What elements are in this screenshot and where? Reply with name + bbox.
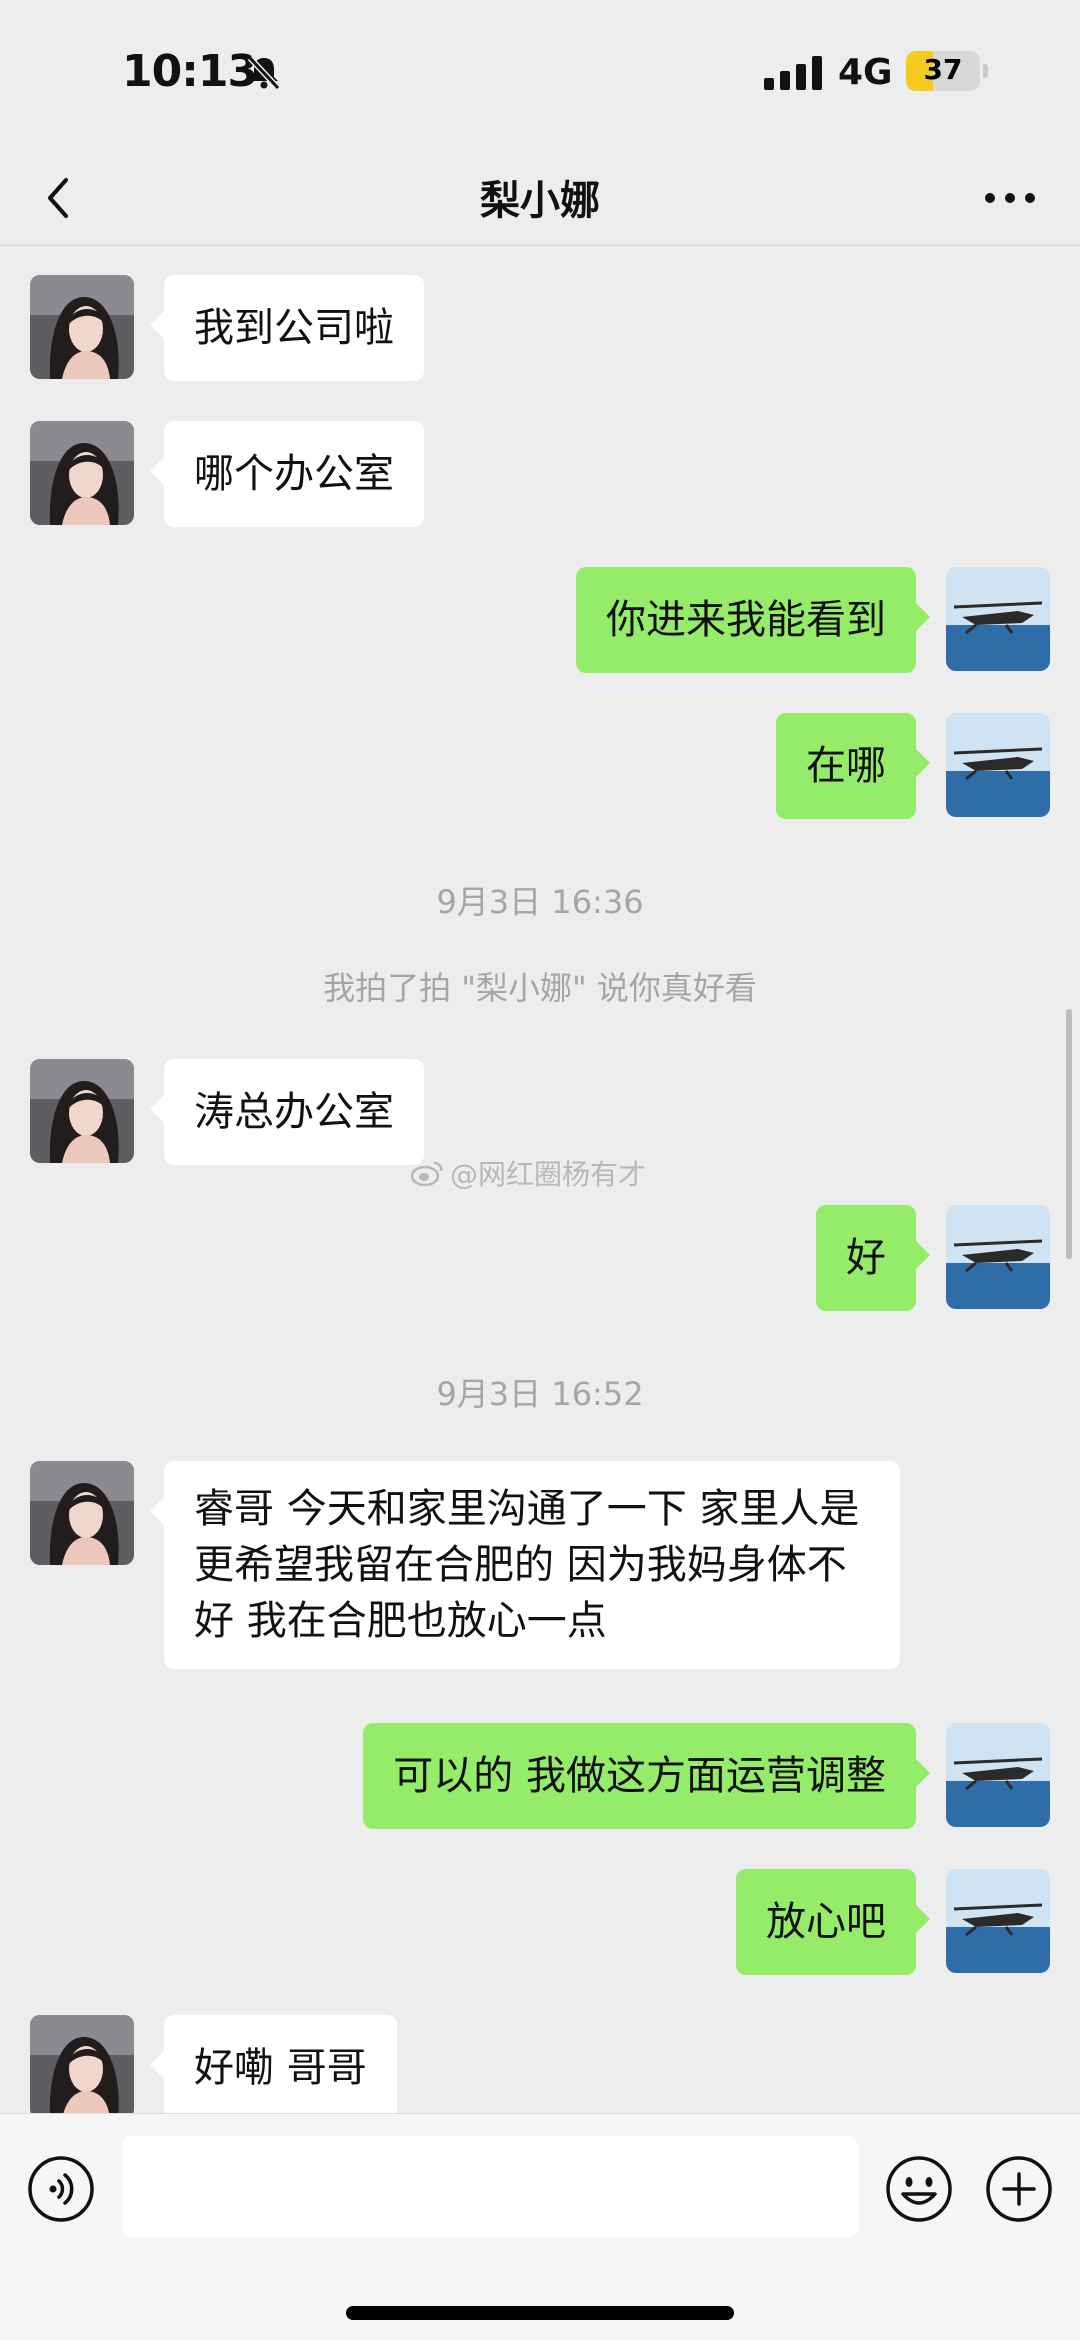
- timestamp: 9月3日 16:52: [436, 1375, 644, 1413]
- status-bar: 10:13 4G 37: [0, 0, 1080, 150]
- emoji-icon[interactable]: [884, 2154, 954, 2224]
- contact-avatar[interactable]: [30, 1059, 134, 1163]
- received-message[interactable]: 睿哥 今天和家里沟通了一下 家里人是更希望我留在合肥的 因为我妈身体不好 我在合…: [150, 1461, 900, 1669]
- received-message[interactable]: 哪个办公室: [150, 421, 424, 527]
- my-avatar[interactable]: [946, 1205, 1050, 1309]
- my-avatar[interactable]: [946, 1869, 1050, 1973]
- message-input[interactable]: [122, 2136, 858, 2238]
- battery-cap: [983, 64, 988, 78]
- scroll-indicator[interactable]: [1066, 1009, 1072, 1259]
- timestamp: 9月3日 16:36: [436, 883, 644, 921]
- chat-title: 梨小娜: [480, 178, 600, 224]
- watermark-text: @网红圈杨有才: [450, 1158, 647, 1191]
- contact-avatar[interactable]: [30, 275, 134, 379]
- my-avatar[interactable]: [946, 567, 1050, 671]
- my-avatar[interactable]: [946, 713, 1050, 817]
- sent-message[interactable]: 好: [816, 1205, 930, 1311]
- battery-indicator: 37: [906, 51, 988, 91]
- contact-avatar[interactable]: [30, 2015, 134, 2113]
- my-avatar[interactable]: [946, 1723, 1050, 1827]
- sent-message[interactable]: 可以的 我做这方面运营调整: [363, 1723, 930, 1829]
- contact-avatar[interactable]: [30, 421, 134, 525]
- battery-body: 37: [906, 51, 980, 91]
- received-message[interactable]: 好嘞 哥哥: [150, 2015, 397, 2113]
- contact-avatar[interactable]: [30, 1461, 134, 1565]
- received-message[interactable]: 我到公司啦: [150, 275, 424, 381]
- received-message[interactable]: 涛总办公室: [150, 1059, 424, 1165]
- chat-header: 梨小娜: [0, 150, 1080, 246]
- network-label: 4G: [838, 52, 893, 93]
- pat-notice: 我拍了拍 "梨小娜" 说你真好看: [323, 969, 757, 1007]
- message-list[interactable]: 我到公司啦 哪个办公室 你进来我能看到 在哪 9月3日 16:36 我拍了拍 "…: [0, 247, 1080, 2113]
- weibo-logo-icon: [410, 1161, 443, 1187]
- voice-icon[interactable]: [26, 2154, 96, 2224]
- home-indicator[interactable]: [346, 2306, 734, 2320]
- more-dots-icon[interactable]: [980, 180, 1040, 216]
- signal-bars-icon: [764, 56, 822, 90]
- battery-level-text: 37: [923, 53, 963, 86]
- sent-message[interactable]: 放心吧: [736, 1869, 930, 1975]
- sent-message[interactable]: 在哪: [776, 713, 930, 819]
- plus-icon[interactable]: [984, 2154, 1054, 2224]
- status-time: 10:13: [122, 46, 258, 97]
- watermark: @网红圈杨有才: [410, 1153, 646, 1193]
- bell-slash-icon: [247, 55, 281, 91]
- sent-message[interactable]: 你进来我能看到: [576, 567, 930, 673]
